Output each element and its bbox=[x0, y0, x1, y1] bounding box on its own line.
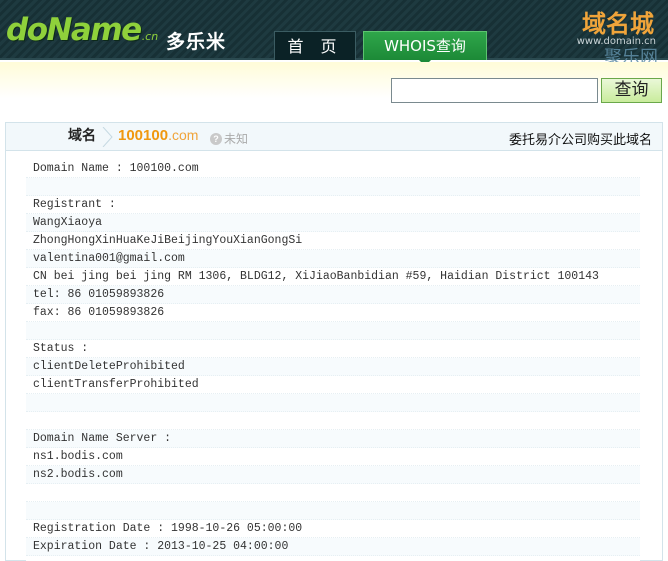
search-button[interactable]: 查询 bbox=[601, 78, 662, 103]
whois-line: WangXiaoya bbox=[26, 214, 640, 232]
whois-line: valentina001@gmail.com bbox=[26, 250, 640, 268]
logo-text: doName bbox=[6, 12, 142, 48]
domain-sld: 100100 bbox=[118, 127, 169, 144]
whois-line: Domain Name Server : bbox=[26, 430, 640, 448]
status-badge: ? 未知 bbox=[210, 130, 248, 147]
domain-label: 域名 bbox=[68, 128, 96, 144]
watermark-logo: 域名城 www.domain.cn 聚乐网 bbox=[560, 2, 666, 68]
whois-line bbox=[26, 484, 640, 502]
site-header: doName .cn 多乐米 首 页 WHOIS查询 域名城 www.domai… bbox=[0, 0, 668, 68]
result-header: 域名 100100.com ? 未知 委托易介公司购买此域名 bbox=[6, 123, 662, 151]
whois-line: CN bei jing bei jing RM 1306, BLDG12, Xi… bbox=[26, 268, 640, 286]
nav-tab-home[interactable]: 首 页 bbox=[274, 31, 356, 60]
whois-line bbox=[26, 322, 640, 340]
question-icon: ? bbox=[210, 132, 222, 145]
whois-line: ZhongHongXinHuaKeJiBeijingYouXianGongSi bbox=[26, 232, 640, 250]
whois-line bbox=[26, 178, 640, 196]
domain-tld: .com bbox=[168, 127, 199, 143]
queried-domain[interactable]: 100100.com bbox=[118, 127, 198, 144]
domain-search-input[interactable] bbox=[391, 78, 598, 103]
whois-line: fax: 86 01059893826 bbox=[26, 304, 640, 322]
logo-suffix: .cn bbox=[141, 30, 159, 43]
whois-line bbox=[26, 502, 640, 520]
whois-line: ns1.bodis.com bbox=[26, 448, 640, 466]
whois-line: clientTransferProhibited bbox=[26, 376, 640, 394]
status-text: 未知 bbox=[224, 132, 249, 146]
whois-line: tel: 86 01059893826 bbox=[26, 286, 640, 304]
whois-line bbox=[26, 394, 640, 412]
whois-record: Domain Name : 100100.com Registrant : Wang… bbox=[26, 160, 640, 561]
whois-line bbox=[26, 412, 640, 430]
site-logo[interactable]: doName .cn bbox=[6, 12, 158, 52]
whois-line bbox=[26, 556, 640, 561]
whois-line: Expiration Date : 2013-10-25 04:00:00 bbox=[26, 538, 640, 556]
whois-line: Registrant : bbox=[26, 196, 640, 214]
whois-line: Status : bbox=[26, 340, 640, 358]
broker-purchase-link[interactable]: 委托易介公司购买此域名 bbox=[509, 129, 652, 148]
nav-tab-whois[interactable]: WHOIS查询 bbox=[363, 31, 487, 60]
whois-line: Registration Date : 1998-10-26 05:00:00 bbox=[26, 520, 640, 538]
whois-line: clientDeleteProhibited bbox=[26, 358, 640, 376]
brand-name: 多乐米 bbox=[166, 31, 227, 53]
whois-line: Domain Name : 100100.com bbox=[26, 160, 640, 178]
watermark-top-text: 域名城 bbox=[582, 10, 654, 38]
whois-result-panel: 域名 100100.com ? 未知 委托易介公司购买此域名 Domain Na… bbox=[5, 122, 663, 561]
whois-line: ns2.bodis.com bbox=[26, 466, 640, 484]
chevron-right-icon bbox=[102, 127, 114, 147]
